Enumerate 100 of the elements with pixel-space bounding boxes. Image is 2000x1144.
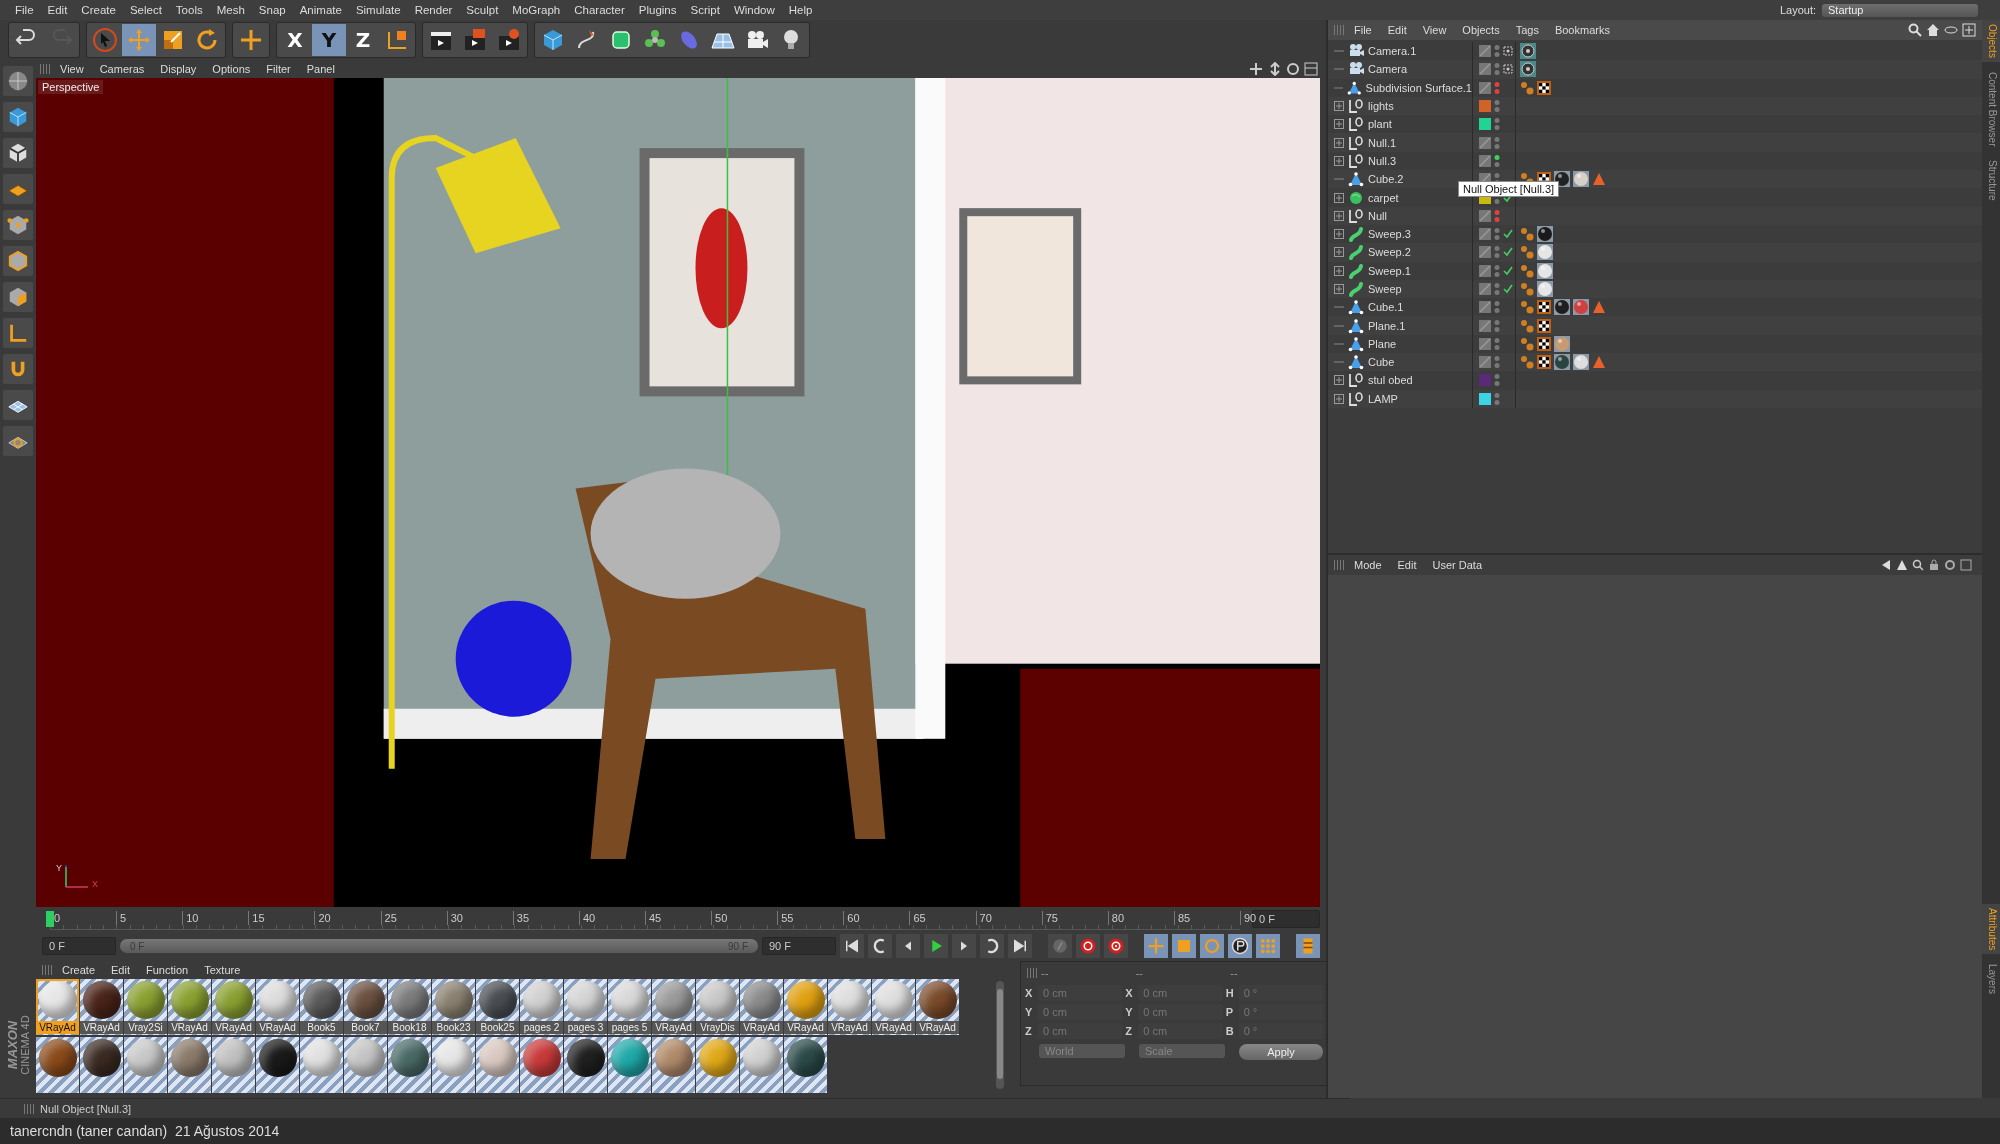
object-name[interactable]: Cube bbox=[1368, 356, 1395, 369]
menu-item[interactable]: Create bbox=[56, 964, 102, 976]
object-name[interactable]: stul obed bbox=[1368, 374, 1413, 387]
material-swatch[interactable]: Book7 bbox=[344, 979, 387, 1035]
material-label[interactable]: VRayAd bbox=[80, 1021, 123, 1034]
material-label[interactable]: Book23 bbox=[432, 1021, 475, 1034]
object-name[interactable]: Sweep bbox=[1368, 283, 1402, 295]
object-name[interactable]: Sweep.1 bbox=[1368, 264, 1411, 277]
object-name[interactable]: Cube.2 bbox=[1368, 173, 1404, 186]
menu-item[interactable]: Simulate bbox=[348, 4, 408, 16]
material-label[interactable]: pages 2 bbox=[520, 1021, 563, 1034]
menu-item[interactable]: Edit bbox=[1391, 559, 1423, 571]
material-label[interactable]: VrayDis bbox=[696, 1021, 739, 1034]
material-swatch[interactable]: VRayAd bbox=[36, 979, 79, 1035]
menu-item[interactable]: Options bbox=[206, 63, 257, 75]
side-tab[interactable]: Structure bbox=[1982, 156, 2000, 205]
start-frame-field[interactable]: 0 F bbox=[42, 937, 116, 955]
object-name[interactable]: Plane bbox=[1368, 337, 1397, 350]
material-label[interactable]: VRayAd bbox=[212, 1021, 255, 1034]
material-swatch[interactable]: pages 2 bbox=[520, 979, 563, 1035]
object-name[interactable]: Plane.1 bbox=[1368, 319, 1406, 332]
menu-item[interactable]: Sculpt bbox=[459, 4, 506, 16]
object-name[interactable]: Null.1 bbox=[1368, 136, 1397, 149]
menu-item[interactable]: Cameras bbox=[93, 63, 151, 75]
menu-item[interactable]: Character bbox=[567, 4, 632, 16]
menu-item[interactable]: Script bbox=[683, 4, 727, 16]
menu-item[interactable]: Tags bbox=[1509, 24, 1545, 36]
menu-item[interactable]: Plugins bbox=[631, 4, 684, 16]
layout-dropdown[interactable]: Startup bbox=[1822, 3, 1978, 17]
side-tab[interactable]: Attributes bbox=[1982, 903, 2000, 954]
menu-item[interactable]: MoGraph bbox=[505, 4, 568, 16]
axis-lock-button[interactable]: X bbox=[278, 24, 312, 56]
side-tab[interactable]: Content Browser bbox=[1982, 67, 2000, 151]
material-swatch[interactable]: pages 5 bbox=[608, 979, 651, 1035]
material-swatch[interactable]: VRayAd bbox=[872, 979, 915, 1035]
material-label[interactable]: VRayAd bbox=[256, 1021, 299, 1034]
material-label[interactable]: pages 3 bbox=[564, 1021, 607, 1034]
material-label[interactable]: Book5 bbox=[300, 1021, 343, 1034]
menu-item[interactable]: Create bbox=[74, 4, 123, 16]
material-swatch[interactable]: Book5 bbox=[300, 979, 343, 1035]
menu-item[interactable]: File bbox=[8, 4, 41, 16]
material-swatch[interactable]: VRayAd bbox=[80, 979, 123, 1035]
material-swatch[interactable]: VRayAd bbox=[212, 979, 255, 1035]
material-label[interactable]: VRayAd bbox=[652, 1021, 695, 1034]
material-swatch[interactable]: VRayAd bbox=[916, 979, 959, 1035]
object-name[interactable]: Subdivision Surface.1 bbox=[1365, 81, 1472, 94]
menu-item[interactable]: Mode bbox=[1348, 559, 1388, 571]
side-tab[interactable]: Objects bbox=[1982, 20, 2000, 62]
menu-item[interactable]: Function bbox=[140, 964, 195, 976]
menu-item[interactable]: User Data bbox=[1426, 559, 1489, 571]
object-name[interactable]: carpet bbox=[1368, 191, 1399, 204]
menu-item[interactable]: Filter bbox=[260, 63, 297, 75]
material-label[interactable]: VRayAd bbox=[740, 1021, 783, 1034]
object-name[interactable]: Sweep.2 bbox=[1368, 246, 1411, 259]
axis-lock-button[interactable]: Z bbox=[346, 24, 380, 56]
object-name[interactable]: Null.3 bbox=[1368, 154, 1397, 167]
menu-item[interactable]: Display bbox=[154, 63, 203, 75]
material-label[interactable]: VRayAd bbox=[916, 1021, 959, 1034]
menu-item[interactable]: Edit bbox=[40, 4, 75, 16]
object-name[interactable]: Sweep.3 bbox=[1368, 228, 1411, 241]
material-label[interactable]: Vray2Si bbox=[124, 1021, 167, 1034]
side-tab[interactable]: Layers bbox=[1982, 960, 2000, 998]
material-swatch[interactable]: VRayAd bbox=[168, 979, 211, 1035]
material-swatch[interactable]: VRayAd bbox=[740, 979, 783, 1035]
menu-item[interactable]: Edit bbox=[1381, 24, 1413, 36]
material-label[interactable]: VRayAd bbox=[168, 1021, 211, 1034]
menu-item[interactable]: Window bbox=[726, 4, 782, 16]
material-swatch[interactable]: Vray2Si bbox=[124, 979, 167, 1035]
menu-item[interactable]: Help bbox=[781, 4, 820, 16]
material-label[interactable]: Book25 bbox=[476, 1021, 519, 1034]
object-name[interactable]: LAMP bbox=[1368, 392, 1398, 405]
menu-item[interactable]: Mesh bbox=[209, 4, 252, 16]
material-label[interactable]: VRayAd bbox=[872, 1021, 915, 1034]
material-swatch[interactable]: VrayDis bbox=[696, 979, 739, 1035]
material-swatch[interactable]: pages 3 bbox=[564, 979, 607, 1035]
object-name[interactable]: Null bbox=[1368, 209, 1387, 222]
material-swatch[interactable]: VRayAd bbox=[784, 979, 827, 1035]
apply-button[interactable]: Apply bbox=[1239, 1044, 1323, 1060]
object-name[interactable]: plant bbox=[1368, 118, 1392, 131]
material-label[interactable]: pages 5 bbox=[608, 1021, 651, 1034]
material-label[interactable]: VRayAd bbox=[784, 1021, 827, 1034]
menu-item[interactable]: Animate bbox=[292, 4, 349, 16]
object-name[interactable]: Camera bbox=[1368, 63, 1408, 76]
menu-item[interactable]: File bbox=[1348, 24, 1378, 36]
menu-item[interactable]: Snap bbox=[251, 4, 293, 16]
menu-item[interactable]: Bookmarks bbox=[1548, 24, 1616, 36]
menu-item[interactable]: Render bbox=[407, 4, 460, 16]
menu-item[interactable]: View bbox=[1416, 24, 1453, 36]
material-label[interactable]: VRayAd bbox=[828, 1021, 871, 1034]
material-label[interactable]: Book18 bbox=[388, 1021, 431, 1034]
object-name[interactable]: lights bbox=[1368, 100, 1394, 113]
menu-item[interactable]: Tools bbox=[168, 4, 210, 16]
material-swatch[interactable]: Book25 bbox=[476, 979, 519, 1035]
material-swatch[interactable]: Book23 bbox=[432, 979, 475, 1035]
material-label[interactable]: VRayAd bbox=[36, 1021, 79, 1034]
material-swatch[interactable]: VRayAd bbox=[828, 979, 871, 1035]
material-swatch[interactable]: VRayAd bbox=[652, 979, 695, 1035]
material-swatch[interactable]: VRayAd bbox=[256, 979, 299, 1035]
menu-item[interactable]: Objects bbox=[1456, 24, 1506, 36]
object-name[interactable]: Camera.1 bbox=[1368, 45, 1417, 58]
